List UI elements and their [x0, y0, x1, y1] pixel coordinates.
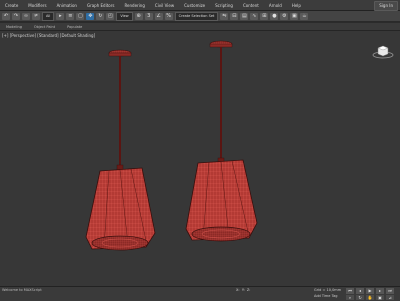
lamp-1-canopy-base: [108, 52, 132, 57]
angle-snap-icon[interactable]: ∠: [154, 12, 163, 20]
menu-help[interactable]: Help: [287, 3, 306, 8]
field-of-view-icon[interactable]: ⊿: [386, 295, 394, 300]
menu-customize[interactable]: Customize: [179, 3, 210, 8]
tab-object-paint[interactable]: Object Paint: [28, 25, 61, 29]
render-frame-icon[interactable]: ▣: [290, 12, 299, 20]
zoom-icon[interactable]: ⌕: [346, 295, 354, 300]
perspective-viewport[interactable]: [+] [Perspective] [Standard] [Default Sh…: [0, 31, 400, 286]
menu-civil-view[interactable]: Civil View: [150, 3, 179, 8]
material-editor-icon[interactable]: ●: [270, 12, 279, 20]
x-label: X:: [236, 288, 240, 292]
snap-icon[interactable]: 3: [144, 12, 153, 20]
maximize-viewport-icon[interactable]: ▣: [376, 295, 384, 300]
status-bar: Welcome to MAXScript X: Y: Z: Grid = 10,…: [0, 286, 400, 301]
lamp-scene: [85, 40, 258, 251]
play-icon[interactable]: ▶: [366, 288, 374, 294]
link-icon[interactable]: ∞: [22, 12, 30, 20]
align-icon[interactable]: ⊟: [230, 12, 239, 20]
pendant-lamp-1[interactable]: [85, 49, 156, 251]
menu-graph-editors[interactable]: Graph Editors: [82, 3, 119, 8]
rect-selection-icon[interactable]: ▢: [76, 12, 85, 20]
rotate-icon[interactable]: ↻: [96, 12, 105, 20]
lamp-2-shade-opening: [191, 226, 251, 242]
menu-scripting[interactable]: Scripting: [210, 3, 238, 8]
sign-in-button[interactable]: Sign In: [374, 1, 398, 11]
reference-coordinate-dropdown[interactable]: View: [116, 11, 133, 21]
menu-arnold[interactable]: Arnold: [264, 3, 287, 8]
selection-filter-dropdown[interactable]: All: [42, 11, 55, 21]
menu-animation[interactable]: Animation: [52, 3, 82, 8]
redo-icon[interactable]: ↷: [12, 12, 20, 20]
viewport-navigation: ⌕ ↻ ✋ ▣ ⊿: [346, 295, 394, 300]
tab-populate[interactable]: Populate: [61, 25, 88, 29]
tab-modeling[interactable]: Modeling: [0, 25, 28, 29]
undo-icon[interactable]: ↶: [2, 12, 10, 20]
main-toolbar: ↶ ↷ ∞ ≠ All ▸ ≡ ▢ ✥ ↻ ◰ View ⊕ 3 ∠ % Cre…: [0, 11, 400, 22]
mirror-icon[interactable]: ⇋: [220, 12, 229, 20]
layer-icon[interactable]: ▤: [240, 12, 249, 20]
select-object-icon[interactable]: ▸: [56, 12, 65, 20]
menu-create[interactable]: Create: [0, 3, 23, 8]
pivot-icon[interactable]: ⊕: [134, 12, 143, 20]
menu-rendering[interactable]: Rendering: [119, 3, 149, 8]
menu-modifiers[interactable]: Modifiers: [23, 3, 51, 8]
lamp-2-canopy-base: [209, 43, 233, 48]
orbit-icon[interactable]: ↻: [356, 295, 364, 300]
curve-editor-icon[interactable]: ∿: [250, 12, 259, 20]
selection-set-dropdown[interactable]: Create Selection Set: [174, 11, 219, 21]
lamp-1-shade-opening: [91, 235, 149, 251]
go-to-start-icon[interactable]: ⏮: [346, 288, 354, 294]
pendant-lamp-2[interactable]: [185, 40, 258, 242]
unlink-icon[interactable]: ≠: [32, 12, 40, 20]
pan-icon[interactable]: ✋: [366, 295, 374, 300]
ribbon-tabs: Modeling Object Paint Populate: [0, 23, 400, 31]
z-label: Z:: [246, 288, 251, 292]
percent-snap-icon[interactable]: %: [164, 12, 173, 20]
select-by-name-icon[interactable]: ≡: [66, 12, 75, 20]
prev-frame-icon[interactable]: ◂: [356, 288, 364, 294]
render-icon[interactable]: ☕: [300, 12, 309, 20]
render-setup-icon[interactable]: ⚙: [280, 12, 289, 20]
maxscript-listener[interactable]: Welcome to MAXScript: [2, 288, 42, 292]
add-time-tag-button[interactable]: Add Time Tag: [314, 294, 338, 298]
move-icon[interactable]: ✥: [86, 12, 95, 20]
go-to-end-icon[interactable]: ⏭: [386, 288, 394, 294]
coordinate-readout: X: Y: Z:: [236, 288, 250, 292]
animation-controls: ⏮ ◂ ▶ ▸ ⏭: [346, 288, 394, 294]
menu-bar: Create Modifiers Animation Graph Editors…: [0, 0, 400, 11]
schematic-icon[interactable]: ⊞: [260, 12, 269, 20]
y-label: Y:: [241, 288, 245, 292]
grid-size: Grid = 10,0mm: [314, 288, 342, 292]
menu-content[interactable]: Content: [238, 3, 264, 8]
scale-icon[interactable]: ◰: [106, 12, 115, 20]
next-frame-icon[interactable]: ▸: [376, 288, 384, 294]
